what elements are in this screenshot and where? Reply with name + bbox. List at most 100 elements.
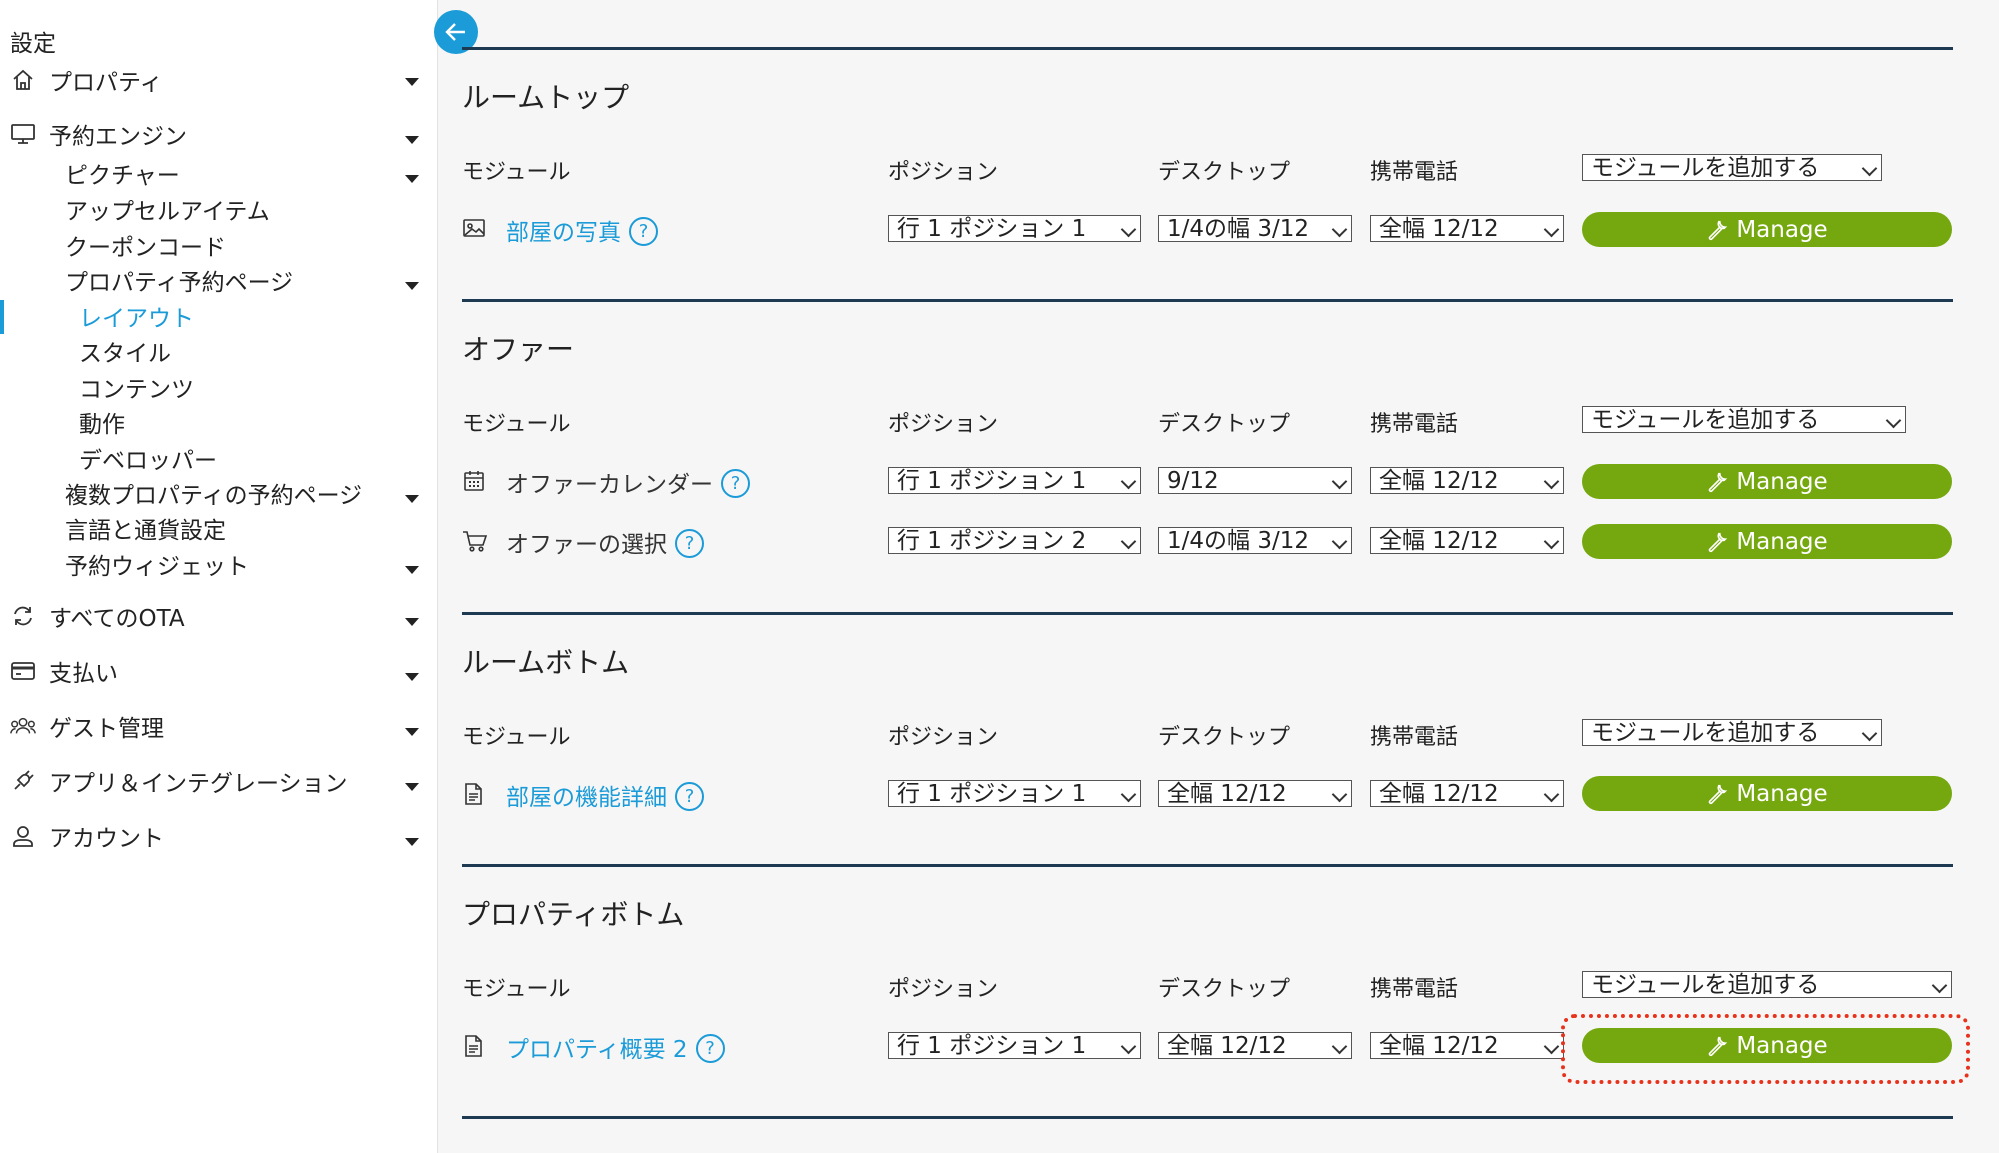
chevron-down-icon bbox=[1861, 160, 1878, 177]
sidebar-title: 設定 bbox=[10, 31, 56, 57]
sidebar-item-label: 言語と通貨設定 bbox=[65, 518, 226, 544]
desktop-width-select[interactable]: 全幅 12/12 bbox=[1158, 780, 1352, 807]
sidebar-item-pictures[interactable]: ピクチャー bbox=[0, 155, 437, 191]
sidebar-item-content[interactable]: コンテンツ bbox=[0, 369, 437, 405]
help-icon[interactable]: ? bbox=[629, 217, 658, 246]
position-value: 行 1 ポジション 1 bbox=[897, 216, 1087, 242]
sidebar-item-label: プロパティ bbox=[49, 70, 163, 96]
sidebar-item-language-currency[interactable]: 言語と通貨設定 bbox=[0, 510, 437, 546]
position-value: 行 1 ポジション 1 bbox=[897, 781, 1087, 807]
sidebar-item-label: 予約ウィジェット bbox=[65, 554, 249, 580]
sidebar-item-label: プロパティ予約ページ bbox=[65, 270, 294, 296]
position-select[interactable]: 行 1 ポジション 1 bbox=[888, 467, 1141, 494]
sidebar-item-property-booking-page[interactable]: プロパティ予約ページ bbox=[0, 262, 437, 298]
sidebar-item-layout[interactable]: レイアウト bbox=[0, 298, 437, 334]
module-name: 部屋の機能詳細 bbox=[506, 785, 667, 811]
sync-icon bbox=[10, 603, 36, 629]
module-link[interactable]: オファーカレンダー? bbox=[506, 465, 750, 500]
chevron-down-icon[interactable] bbox=[405, 282, 419, 290]
position-select[interactable]: 行 1 ポジション 1 bbox=[888, 215, 1141, 242]
module-link[interactable]: 部屋の写真? bbox=[506, 213, 658, 248]
mobile-width-select[interactable]: 全幅 12/12 bbox=[1370, 467, 1564, 494]
help-icon[interactable]: ? bbox=[675, 782, 704, 811]
sidebar-item-style[interactable]: スタイル bbox=[0, 333, 437, 369]
sidebar-item-coupon[interactable]: クーポンコード bbox=[0, 227, 437, 263]
document-icon bbox=[462, 782, 486, 806]
sidebar-item-label: すべてのOTA bbox=[49, 606, 185, 632]
sidebar-item-payments[interactable]: 支払い bbox=[0, 653, 437, 689]
chevron-down-icon bbox=[1543, 1038, 1560, 1055]
desktop-width-value: 9/12 bbox=[1167, 468, 1219, 494]
col-header-mobile: 携帯電話 bbox=[1370, 725, 1459, 750]
sidebar-item-all-ota[interactable]: すべてのOTA bbox=[0, 598, 437, 634]
manage-button[interactable]: Manage bbox=[1582, 524, 1952, 559]
position-select[interactable]: 行 1 ポジション 1 bbox=[888, 780, 1141, 807]
add-module-select[interactable]: モジュールを追加する bbox=[1582, 719, 1882, 746]
module-link[interactable]: 部屋の機能詳細? bbox=[506, 778, 704, 813]
sidebar-item-label: 予約エンジン bbox=[49, 124, 187, 150]
chevron-down-icon[interactable] bbox=[405, 838, 419, 846]
module-link[interactable]: オファーの選択? bbox=[506, 525, 704, 560]
sidebar-item-upsell[interactable]: アップセルアイテム bbox=[0, 191, 437, 227]
sidebar-item-label: クーポンコード bbox=[65, 235, 226, 261]
position-select[interactable]: 行 1 ポジション 2 bbox=[888, 527, 1141, 554]
chevron-down-icon bbox=[1931, 977, 1948, 994]
mobile-width-value: 全幅 12/12 bbox=[1379, 781, 1499, 807]
chevron-down-icon[interactable] bbox=[405, 783, 419, 791]
mobile-width-select[interactable]: 全幅 12/12 bbox=[1370, 527, 1564, 554]
sidebar-item-label: アプリ＆インテグレーション bbox=[49, 771, 348, 797]
chevron-down-icon[interactable] bbox=[405, 618, 419, 626]
add-module-select-value: モジュールを追加する bbox=[1591, 407, 1820, 433]
desktop-width-select[interactable]: 9/12 bbox=[1158, 467, 1352, 494]
col-header-position: ポジション bbox=[888, 725, 999, 750]
col-header-module: モジュール bbox=[462, 160, 571, 185]
desktop-width-select[interactable]: 1/4の幅 3/12 bbox=[1158, 527, 1352, 554]
module-link[interactable]: プロパティ概要 2? bbox=[506, 1030, 725, 1065]
mobile-width-select[interactable]: 全幅 12/12 bbox=[1370, 215, 1564, 242]
add-module-select[interactable]: モジュールを追加する bbox=[1582, 406, 1906, 433]
help-icon[interactable]: ? bbox=[721, 469, 750, 498]
chevron-down-icon[interactable] bbox=[405, 175, 419, 183]
sidebar-item-behavior[interactable]: 動作 bbox=[0, 404, 437, 440]
add-module-select[interactable]: モジュールを追加する bbox=[1582, 971, 1952, 998]
credit-card-icon bbox=[10, 658, 36, 684]
sidebar-item-booking-engine[interactable]: 予約エンジン bbox=[0, 116, 437, 152]
chevron-down-icon[interactable] bbox=[405, 728, 419, 736]
sidebar-item-account[interactable]: アカウント bbox=[0, 818, 437, 854]
chevron-down-icon[interactable] bbox=[405, 136, 419, 144]
sidebar-item-guests[interactable]: ゲスト管理 bbox=[0, 708, 437, 744]
module-name: 部屋の写真 bbox=[506, 220, 621, 246]
mobile-width-select[interactable]: 全幅 12/12 bbox=[1370, 1032, 1564, 1059]
chevron-down-icon[interactable] bbox=[405, 673, 419, 681]
sidebar-item-multi-property[interactable]: 複数プロパティの予約ページ bbox=[0, 475, 437, 511]
mobile-width-value: 全幅 12/12 bbox=[1379, 468, 1499, 494]
sidebar-item-booking-widget[interactable]: 予約ウィジェット bbox=[0, 546, 437, 582]
col-header-position: ポジション bbox=[888, 977, 999, 1002]
desktop-width-select[interactable]: 1/4の幅 3/12 bbox=[1158, 215, 1352, 242]
cart-icon bbox=[462, 529, 488, 553]
add-module-select[interactable]: モジュールを追加する bbox=[1582, 154, 1882, 181]
chevron-down-icon[interactable] bbox=[405, 495, 419, 503]
help-icon[interactable]: ? bbox=[675, 529, 704, 558]
chevron-down-icon[interactable] bbox=[405, 78, 419, 86]
col-header-mobile: 携帯電話 bbox=[1370, 977, 1459, 1002]
col-header-desktop: デスクトップ bbox=[1158, 725, 1291, 750]
manage-label: Manage bbox=[1736, 216, 1828, 243]
section-divider bbox=[462, 612, 1953, 615]
sidebar-item-apps[interactable]: アプリ＆インテグレーション bbox=[0, 763, 437, 799]
col-header-position: ポジション bbox=[888, 160, 999, 185]
position-value: 行 1 ポジション 1 bbox=[897, 468, 1087, 494]
desktop-width-select[interactable]: 全幅 12/12 bbox=[1158, 1032, 1352, 1059]
manage-button[interactable]: Manage bbox=[1582, 776, 1952, 811]
arrow-left-icon bbox=[445, 23, 465, 41]
mobile-width-select[interactable]: 全幅 12/12 bbox=[1370, 780, 1564, 807]
chevron-down-icon bbox=[1885, 412, 1902, 429]
help-icon[interactable]: ? bbox=[695, 1034, 725, 1063]
manage-button[interactable]: Manage bbox=[1582, 464, 1952, 499]
manage-button[interactable]: Manage bbox=[1582, 212, 1952, 247]
chevron-down-icon[interactable] bbox=[405, 566, 419, 574]
sidebar-item-developer[interactable]: デベロッパー bbox=[0, 440, 437, 476]
position-select[interactable]: 行 1 ポジション 1 bbox=[888, 1032, 1141, 1059]
wrench-icon bbox=[1709, 472, 1728, 492]
sidebar-item-property[interactable]: プロパティ bbox=[0, 62, 437, 98]
